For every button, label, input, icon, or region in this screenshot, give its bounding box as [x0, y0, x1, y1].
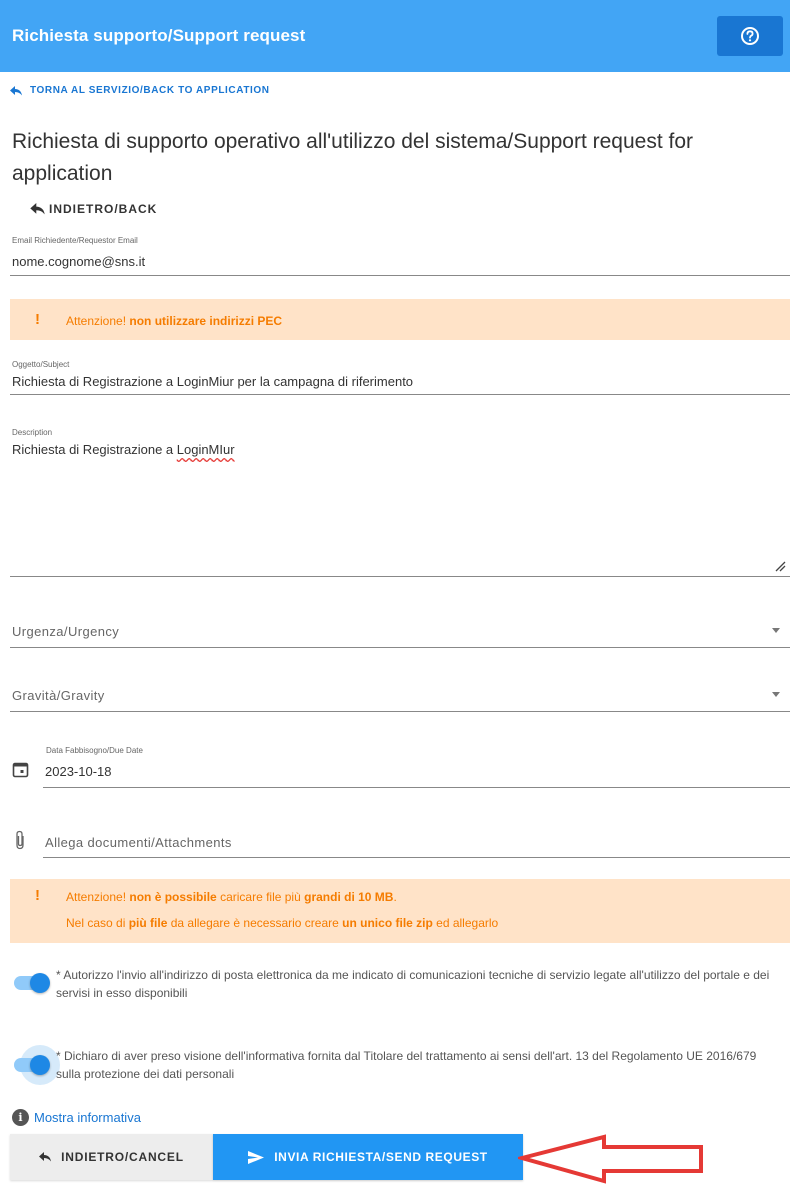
reply-arrow-icon	[30, 203, 45, 215]
back-button-label: INDIETRO/BACK	[49, 202, 158, 216]
back-to-application-link[interactable]: TORNA AL SERVIZIO/BACK TO APPLICATION	[10, 85, 270, 96]
red-arrow-annotation-icon	[518, 1134, 703, 1184]
attachments-placeholder: Allega documenti/Attachments	[45, 835, 232, 850]
warn-text: caricare file più	[216, 890, 305, 904]
email-warning-prefix: Attenzione!	[66, 314, 127, 328]
email-warning-alert: ! Attenzione! non utilizzare indirizzi P…	[10, 299, 790, 340]
page-header-title: Richiesta supporto/Support request	[12, 26, 306, 45]
consent-communications-toggle[interactable]	[14, 973, 50, 993]
warn-text: Attenzione!	[66, 890, 127, 904]
attachment-warning-alert: ! Attenzione! non è possibile caricare f…	[10, 879, 790, 943]
description-textarea[interactable]: Richiesta di Registrazione a LoginMIur	[10, 438, 790, 577]
cancel-button-label: INDIETRO/CANCEL	[61, 1150, 184, 1164]
description-field-label: Description	[12, 428, 53, 437]
description-value: Richiesta di Registrazione a LoginMIur	[12, 442, 235, 457]
warn-bold: un unico file zip	[342, 916, 433, 930]
urgency-placeholder: Urgenza/Urgency	[12, 624, 120, 639]
consent-communications-text: * Autorizzo l'invio all'indirizzo di pos…	[56, 968, 770, 1000]
warn-text: da allegare è necessario creare	[167, 916, 343, 930]
warn-text: .	[393, 890, 397, 904]
exclamation-icon: !	[35, 887, 40, 904]
toggle-knob	[30, 1055, 50, 1075]
warn-bold: grandi di 10 MB	[304, 890, 394, 904]
subject-field-label: Oggetto/Subject	[12, 360, 70, 369]
back-button[interactable]: INDIETRO/BACK	[30, 202, 157, 216]
reply-arrow-icon	[10, 85, 22, 95]
toggle-knob	[30, 973, 50, 993]
exclamation-icon: !	[35, 311, 40, 328]
due-date-field[interactable]: 2023-10-18	[43, 757, 790, 788]
send-request-button[interactable]: INVIA RICHIESTA/SEND REQUEST	[213, 1134, 523, 1180]
warn-text: Nel caso di	[66, 916, 129, 930]
help-button[interactable]	[717, 16, 783, 56]
urgency-select[interactable]: Urgenza/Urgency	[10, 612, 790, 648]
email-field-label: Email Richiedente/Requestor Email	[12, 236, 138, 245]
top-app-bar: Richiesta supporto/Support request	[0, 0, 790, 72]
spellcheck-underlined-word: LoginMIur	[176, 442, 235, 457]
warn-text: ed allegarlo	[432, 916, 499, 930]
back-to-application-label: TORNA AL SERVIZIO/BACK TO APPLICATION	[30, 85, 270, 96]
show-privacy-info-label: Mostra informativa	[34, 1110, 141, 1125]
send-icon	[248, 1150, 265, 1164]
paperclip-icon[interactable]	[14, 830, 26, 850]
consent-privacy-toggle[interactable]	[14, 1055, 50, 1075]
consent-privacy-text: * Dichiaro di aver preso visione dell'in…	[56, 1049, 757, 1081]
gravity-select[interactable]: Gravità/Gravity	[10, 676, 790, 712]
attachment-warning-line-1: Attenzione! non è possibile caricare fil…	[66, 890, 397, 904]
attachment-warning-line-2: Nel caso di più file da allegare è neces…	[66, 916, 498, 930]
calendar-icon[interactable]	[12, 761, 29, 778]
due-date-value: 2023-10-18	[45, 764, 112, 779]
info-icon: i	[12, 1109, 29, 1126]
dropdown-arrow-icon	[772, 628, 780, 633]
attachments-field[interactable]: Allega documenti/Attachments	[43, 823, 790, 858]
subject-field-value: Richiesta di Registrazione a LoginMiur p…	[12, 374, 414, 389]
dropdown-arrow-icon	[772, 692, 780, 697]
warn-bold: non è possibile	[126, 890, 217, 904]
warn-bold: più file	[128, 916, 168, 930]
page-title: Richiesta di supporto operativo all'util…	[12, 130, 694, 185]
due-date-field-label: Data Fabbisogno/Due Date	[46, 746, 143, 755]
show-privacy-info-link[interactable]: i Mostra informativa	[12, 1109, 141, 1126]
send-request-button-label: INVIA RICHIESTA/SEND REQUEST	[274, 1150, 488, 1164]
email-warning-bold: non utilizzare indirizzi PEC	[129, 314, 283, 328]
email-field[interactable]: nome.cognome@sns.it	[10, 246, 790, 276]
email-warning-text: Attenzione! non utilizzare indirizzi PEC	[66, 314, 282, 328]
gravity-placeholder: Gravità/Gravity	[12, 688, 105, 703]
subject-field[interactable]: Richiesta di Registrazione a LoginMiur p…	[10, 370, 790, 395]
resize-handle-icon[interactable]	[774, 560, 786, 572]
description-text: Richiesta di Registrazione a	[12, 442, 177, 457]
help-circle-icon	[741, 27, 759, 45]
reply-arrow-icon	[39, 1152, 52, 1162]
cancel-button[interactable]: INDIETRO/CANCEL	[10, 1134, 213, 1180]
email-field-value: nome.cognome@sns.it	[12, 254, 146, 269]
